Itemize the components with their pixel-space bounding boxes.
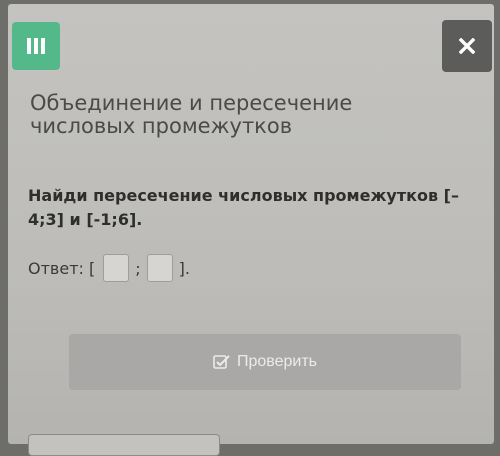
top-bar bbox=[8, 4, 494, 80]
checkbox-icon bbox=[213, 354, 231, 370]
check-button[interactable]: Проверить bbox=[69, 334, 461, 390]
check-button-label: Проверить bbox=[236, 353, 317, 370]
answer-separator: ; bbox=[135, 258, 141, 278]
answer-suffix: ]. bbox=[178, 258, 190, 278]
answer-prefix: Ответ: [ bbox=[28, 258, 96, 278]
menu-button[interactable] bbox=[12, 22, 60, 70]
close-button[interactable] bbox=[442, 20, 492, 72]
answer-left-input[interactable] bbox=[103, 254, 130, 282]
hamburger-icon bbox=[27, 38, 45, 54]
lesson-title: Объединение и пересечение числовых проме… bbox=[30, 91, 353, 138]
answer-row: Ответ: [ ; ]. bbox=[28, 254, 190, 282]
task-question: Найди пересечение числовых промежутков [… bbox=[28, 186, 459, 229]
secondary-button[interactable] bbox=[28, 434, 220, 456]
close-icon bbox=[459, 38, 475, 54]
task-card: Объединение и пересечение числовых проме… bbox=[8, 4, 494, 456]
answer-right-input[interactable] bbox=[146, 254, 173, 282]
